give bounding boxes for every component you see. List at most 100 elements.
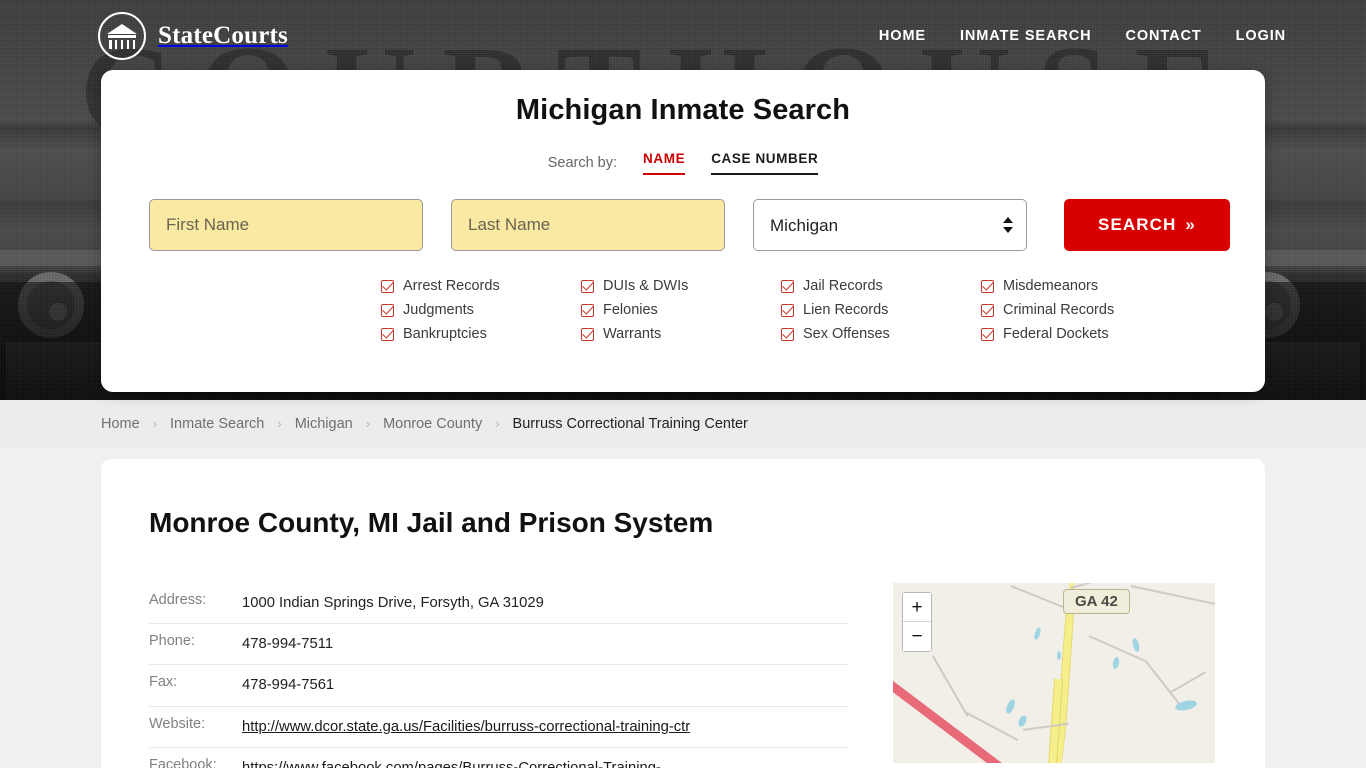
table-row: Facebook: https://www.facebook.com/pages… (149, 748, 849, 768)
checked-box-icon (581, 327, 594, 341)
map-minor-road (1010, 585, 1067, 610)
search-by-row: Search by: NAME CASE NUMBER (101, 151, 1265, 175)
map-water (1033, 626, 1042, 641)
facility-details-section: Address: 1000 Indian Springs Drive, Fors… (101, 583, 1265, 768)
search-button-label: SEARCH (1098, 215, 1177, 234)
map-zoom-in-button[interactable]: + (903, 593, 931, 622)
checkbox-label: DUIs & DWIs (603, 278, 689, 294)
inmate-search-card: Michigan Inmate Search Search by: NAME C… (101, 70, 1265, 392)
checkbox-federal-dockets[interactable]: Federal Dockets (981, 326, 1181, 342)
primary-navigation: HOME INMATE SEARCH CONTACT LOGIN (879, 28, 1286, 44)
facility-info-table: Address: 1000 Indian Springs Drive, Fors… (149, 583, 849, 768)
brand-logo-link[interactable]: StateCourts (98, 12, 288, 60)
map-minor-road (964, 711, 1019, 741)
map-zoom-out-button[interactable]: − (903, 622, 931, 651)
checkbox-bankruptcies[interactable]: Bankruptcies (381, 326, 581, 342)
checked-box-icon (381, 327, 394, 341)
site-header: StateCourts HOME INMATE SEARCH CONTACT L… (0, 0, 1366, 72)
checkbox-warrants[interactable]: Warrants (581, 326, 781, 342)
chevron-right-icon: › (277, 416, 282, 431)
checked-box-icon (981, 303, 994, 317)
chevron-right-icon: › (495, 416, 500, 431)
first-name-input[interactable] (149, 199, 423, 251)
table-row: Address: 1000 Indian Springs Drive, Fors… (149, 583, 849, 625)
table-row: Website: http://www.dcor.state.ga.us/Fac… (149, 707, 849, 748)
checkbox-duis-dwis[interactable]: DUIs & DWIs (581, 278, 781, 294)
checked-box-icon (381, 279, 394, 293)
checked-box-icon (781, 279, 794, 293)
breadcrumb-item-inmate-search[interactable]: Inmate Search (170, 416, 264, 432)
checkbox-sex-offenses[interactable]: Sex Offenses (781, 326, 981, 342)
page-title: Monroe County, MI Jail and Prison System (149, 507, 714, 538)
courthouse-circle-icon (98, 12, 146, 60)
checkbox-label: Jail Records (803, 278, 883, 294)
map-minor-road (1170, 671, 1207, 693)
checkbox-misdemeanors[interactable]: Misdemeanors (981, 278, 1181, 294)
checkbox-label: Warrants (603, 326, 662, 342)
checkbox-judgments[interactable]: Judgments (381, 302, 581, 318)
map-water (1131, 637, 1141, 653)
checkbox-jail-records[interactable]: Jail Records (781, 278, 981, 294)
row-label: Fax: (149, 674, 178, 691)
breadcrumb-item-current: Burruss Correctional Training Center (512, 415, 748, 432)
map-road-shield-label: GA 42 (1063, 589, 1130, 614)
checked-box-icon (381, 303, 394, 317)
row-value-phone: 478-994-7511 (242, 636, 334, 653)
map-minor-road (1144, 659, 1181, 705)
checked-box-icon (981, 327, 994, 341)
map-water (1016, 714, 1029, 728)
checkbox-label: Lien Records (803, 302, 889, 318)
tab-case-number[interactable]: CASE NUMBER (711, 151, 819, 175)
checkbox-label: Federal Dockets (1003, 326, 1109, 342)
checkbox-label: Bankruptcies (403, 326, 487, 342)
nav-item-login[interactable]: LOGIN (1236, 28, 1286, 44)
row-label: Phone: (149, 633, 195, 650)
row-value-fax: 478-994-7561 (242, 677, 335, 694)
search-form: Michigan SEARCH » (149, 199, 1265, 251)
checkbox-lien-records[interactable]: Lien Records (781, 302, 981, 318)
last-name-input[interactable] (451, 199, 725, 251)
nav-item-home[interactable]: HOME (879, 28, 926, 44)
row-value-facebook-link[interactable]: https://www.facebook.com/pages/Burruss-C… (242, 757, 661, 768)
breadcrumb: Home › Inmate Search › Michigan › Monroe… (0, 400, 1366, 447)
map-zoom-controls: + − (902, 592, 932, 652)
row-label: Facebook: (149, 756, 217, 768)
checkbox-felonies[interactable]: Felonies (581, 302, 781, 318)
row-label: Address: (149, 592, 207, 608)
row-value-address: 1000 Indian Springs Drive, Forsyth, GA 3… (242, 595, 544, 611)
state-select-wrapper: Michigan (753, 199, 1027, 251)
state-select[interactable]: Michigan (753, 199, 1027, 251)
search-card-title: Michigan Inmate Search (515, 94, 851, 126)
breadcrumb-item-home[interactable]: Home (101, 416, 140, 432)
map-minor-road (1070, 583, 1139, 589)
location-map[interactable]: GA 42 + − (893, 583, 1215, 763)
map-minor-road (932, 655, 969, 717)
row-value-website-link[interactable]: http://www.dcor.state.ga.us/Facilities/b… (242, 716, 690, 738)
search-by-label: Search by: (547, 155, 618, 171)
nav-item-contact[interactable]: CONTACT (1125, 28, 1201, 44)
checkbox-arrest-records[interactable]: Arrest Records (381, 278, 581, 294)
map-water (1057, 651, 1061, 660)
checkbox-label: Arrest Records (403, 278, 500, 294)
checkbox-criminal-records[interactable]: Criminal Records (981, 302, 1181, 318)
checked-box-icon (981, 279, 994, 293)
main-content-card: Monroe County, MI Jail and Prison System… (101, 459, 1265, 768)
checkbox-label: Felonies (603, 302, 658, 318)
search-button[interactable]: SEARCH » (1064, 199, 1230, 251)
row-label: Website: (149, 715, 206, 732)
record-type-checkbox-grid: Arrest Records DUIs & DWIs Jail Records … (381, 278, 1265, 342)
double-chevron-right-icon: » (1185, 215, 1196, 234)
breadcrumb-item-monroe-county[interactable]: Monroe County (383, 416, 482, 432)
checkbox-label: Misdemeanors (1003, 278, 1099, 294)
tab-name[interactable]: NAME (643, 151, 686, 175)
chevron-right-icon: › (365, 416, 371, 431)
checkbox-label: Criminal Records (1003, 302, 1115, 318)
nav-item-inmate-search[interactable]: INMATE SEARCH (960, 28, 1091, 44)
breadcrumb-item-michigan[interactable]: Michigan (295, 416, 353, 432)
chevron-right-icon: › (152, 416, 158, 431)
checkbox-label: Judgments (403, 302, 474, 318)
checked-box-icon (781, 303, 794, 317)
table-row: Phone: 478-994-7511 (149, 624, 849, 666)
map-water (1112, 656, 1120, 670)
checked-box-icon (781, 327, 794, 341)
